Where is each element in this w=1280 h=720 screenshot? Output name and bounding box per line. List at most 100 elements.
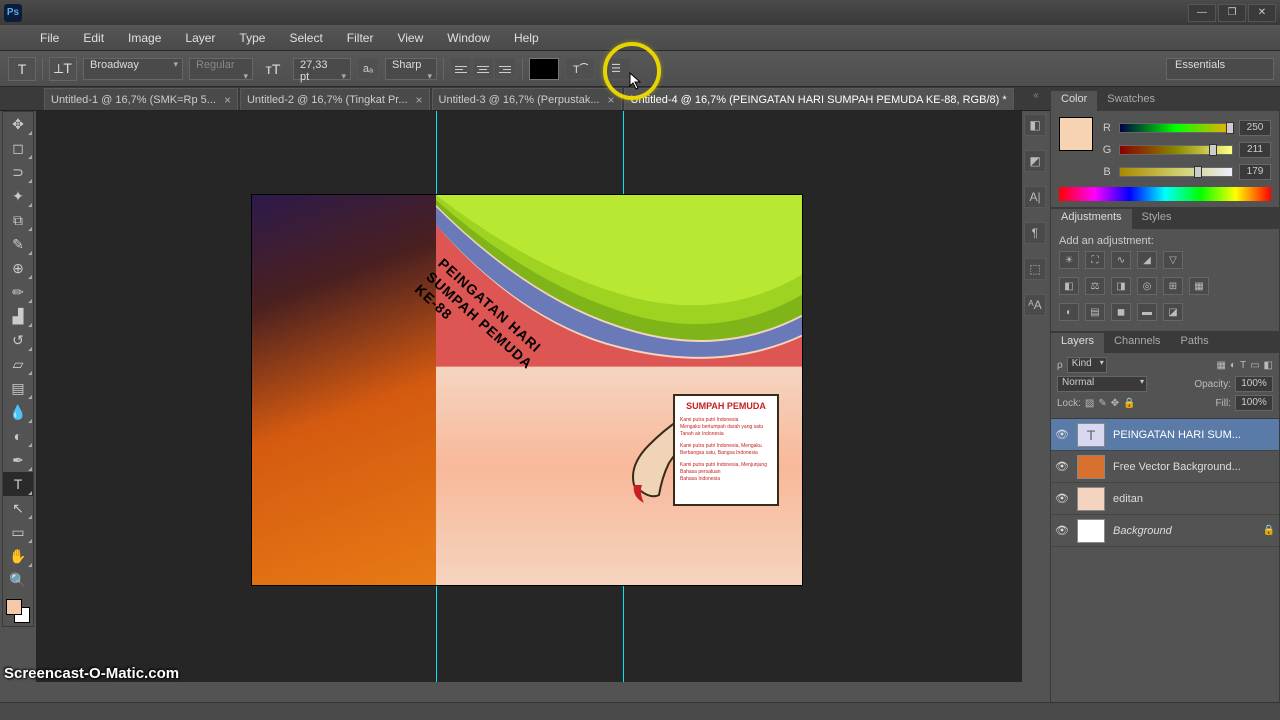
tab-color[interactable]: Color <box>1051 91 1097 111</box>
color-spectrum[interactable] <box>1059 187 1271 201</box>
properties-panel-icon[interactable]: ◩ <box>1024 150 1046 172</box>
layer-name[interactable]: Free Vector Background... <box>1113 461 1275 473</box>
stamp-tool[interactable]: ▟ <box>3 304 33 328</box>
shape-tool[interactable]: ▭ <box>3 520 33 544</box>
workspace-select[interactable]: Essentials <box>1166 58 1274 80</box>
layer-name[interactable]: editan <box>1113 493 1275 505</box>
layer-name[interactable]: Background <box>1113 525 1255 537</box>
r-value[interactable]: 250 <box>1239 120 1271 136</box>
doc-tab-4[interactable]: Untitled-4 @ 16,7% (PEINGATAN HARI SUMPA… <box>624 88 1014 110</box>
adj-levels-icon[interactable]: ⛶ <box>1085 251 1105 269</box>
g-value[interactable]: 211 <box>1239 142 1271 158</box>
history-brush-tool[interactable]: ↺ <box>3 328 33 352</box>
tab-channels[interactable]: Channels <box>1104 333 1170 353</box>
tab-close-icon[interactable]: × <box>224 93 231 107</box>
history-panel-icon[interactable]: ◧ <box>1024 114 1046 136</box>
layer-row[interactable]: 👁 editan <box>1051 483 1279 515</box>
doc-tab-1[interactable]: Untitled-1 @ 16,7% (SMK=Rp 5...× <box>44 88 238 110</box>
styles-panel-icon[interactable]: ⬚ <box>1024 258 1046 280</box>
dodge-tool[interactable]: ◐ <box>3 424 33 448</box>
adj-bw-icon[interactable]: ◨ <box>1111 277 1131 295</box>
b-slider[interactable] <box>1119 167 1233 177</box>
adj-balance-icon[interactable]: ⚖ <box>1085 277 1105 295</box>
menu-help[interactable]: Help <box>504 28 549 48</box>
warp-text-icon[interactable]: T <box>565 58 595 80</box>
filter-smart-icon[interactable]: ◧ <box>1264 360 1273 371</box>
blend-mode-select[interactable]: Normal <box>1057 376 1147 392</box>
visibility-icon[interactable]: 👁 <box>1055 492 1069 506</box>
tab-layers[interactable]: Layers <box>1051 333 1104 353</box>
character-panel-icon[interactable]: A| <box>1024 186 1046 208</box>
antialiasing-select[interactable]: Sharp <box>385 58 437 80</box>
doc-tab-2[interactable]: Untitled-2 @ 16,7% (Tingkat Pr...× <box>240 88 430 110</box>
gradient-tool[interactable]: ▤ <box>3 376 33 400</box>
adj-posterize-icon[interactable]: ▤ <box>1085 303 1105 321</box>
layer-thumbnail[interactable]: T <box>1077 423 1105 447</box>
tab-close-icon[interactable]: × <box>416 93 423 107</box>
filter-pixel-icon[interactable]: ▦ <box>1216 360 1225 371</box>
zoom-tool[interactable]: 🔍 <box>3 568 33 592</box>
adj-brightness-icon[interactable]: ☀ <box>1059 251 1079 269</box>
menu-layer[interactable]: Layer <box>175 28 225 48</box>
filter-shape-icon[interactable]: ▭ <box>1250 360 1259 371</box>
layer-name[interactable]: PEINGATAN HARI SUM... <box>1113 429 1275 441</box>
paragraph-panel-icon[interactable]: ¶ <box>1024 222 1046 244</box>
align-center-icon[interactable] <box>472 58 494 80</box>
text-orientation-icon[interactable]: ⟂T <box>49 57 77 81</box>
character-panel-icon[interactable]: ☰ <box>601 58 631 80</box>
fill-input[interactable]: 100% <box>1235 395 1273 411</box>
tab-paths[interactable]: Paths <box>1171 333 1219 353</box>
font-size-select[interactable]: 27,33 pt <box>293 58 351 80</box>
lock-transparency-icon[interactable]: ▨ <box>1085 398 1094 409</box>
lock-all-icon[interactable]: 🔒 <box>1123 398 1135 409</box>
filter-type-icon[interactable]: T <box>1240 360 1246 371</box>
menu-window[interactable]: Window <box>437 28 500 48</box>
hand-tool[interactable]: ✋ <box>3 544 33 568</box>
menu-image[interactable]: Image <box>118 28 171 48</box>
b-value[interactable]: 179 <box>1239 164 1271 180</box>
brush-tool[interactable]: ✏ <box>3 280 33 304</box>
workspace[interactable]: PEINGATAN HARI SUMPAH PEMUDA KE-88 SUMPA… <box>36 111 1022 682</box>
opacity-input[interactable]: 100% <box>1235 376 1273 392</box>
tab-styles[interactable]: Styles <box>1132 209 1182 229</box>
text-color-swatch[interactable] <box>529 58 559 80</box>
adj-exposure-icon[interactable]: ◢ <box>1137 251 1157 269</box>
tab-adjustments[interactable]: Adjustments <box>1051 209 1132 229</box>
glyphs-panel-icon[interactable]: ᴬA <box>1024 294 1046 316</box>
adj-channel-mixer-icon[interactable]: ⊞ <box>1163 277 1183 295</box>
adj-hue-icon[interactable]: ◧ <box>1059 277 1079 295</box>
marquee-tool[interactable]: ◻ <box>3 136 33 160</box>
visibility-icon[interactable]: 👁 <box>1055 460 1069 474</box>
close-button[interactable]: ✕ <box>1248 4 1276 22</box>
type-tool[interactable]: T <box>3 472 33 496</box>
adj-photo-filter-icon[interactable]: ◎ <box>1137 277 1157 295</box>
adj-curves-icon[interactable]: ∿ <box>1111 251 1131 269</box>
menu-select[interactable]: Select <box>279 28 332 48</box>
r-slider[interactable] <box>1119 123 1233 133</box>
lock-position-icon[interactable]: ✥ <box>1111 398 1119 409</box>
doc-tab-3[interactable]: Untitled-3 @ 16,7% (Perpustak...× <box>432 88 622 110</box>
lock-paint-icon[interactable]: ✎ <box>1098 398 1106 409</box>
layer-row[interactable]: 👁 Background 🔒 <box>1051 515 1279 547</box>
blur-tool[interactable]: 💧 <box>3 400 33 424</box>
menu-view[interactable]: View <box>387 28 433 48</box>
eyedropper-tool[interactable]: ✎ <box>3 232 33 256</box>
crop-tool[interactable]: ⧉ <box>3 208 33 232</box>
adj-threshold-icon[interactable]: ◼ <box>1111 303 1131 321</box>
adj-selective-icon[interactable]: ◪ <box>1163 303 1183 321</box>
move-tool[interactable]: ✥ <box>3 112 33 136</box>
align-left-icon[interactable] <box>450 58 472 80</box>
menu-edit[interactable]: Edit <box>73 28 114 48</box>
tab-swatches[interactable]: Swatches <box>1097 91 1165 111</box>
adj-lookup-icon[interactable]: ▦ <box>1189 277 1209 295</box>
layer-thumbnail[interactable] <box>1077 519 1105 543</box>
layer-row[interactable]: 👁 T PEINGATAN HARI SUM... <box>1051 419 1279 451</box>
minimize-button[interactable]: — <box>1188 4 1216 22</box>
color-swatch[interactable] <box>1059 117 1093 151</box>
adj-gradient-map-icon[interactable]: ▬ <box>1137 303 1157 321</box>
align-right-icon[interactable] <box>494 58 516 80</box>
heal-tool[interactable]: ⊕ <box>3 256 33 280</box>
g-slider[interactable] <box>1119 145 1233 155</box>
layer-thumbnail[interactable] <box>1077 487 1105 511</box>
menu-filter[interactable]: Filter <box>337 28 384 48</box>
